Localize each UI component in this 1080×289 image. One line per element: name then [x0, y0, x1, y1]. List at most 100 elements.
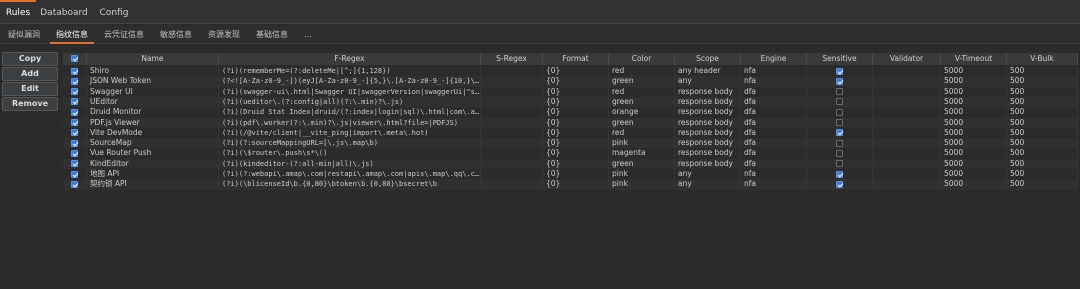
cell-sregex: [481, 76, 543, 87]
sensitive-checkbox[interactable]: [836, 119, 843, 126]
select-all-checkbox[interactable]: [71, 55, 78, 62]
col-f-regex[interactable]: F-Regex: [219, 53, 481, 65]
loaded-checkbox[interactable]: [71, 67, 78, 75]
subtab-basic-info[interactable]: 基础信息: [250, 25, 294, 44]
cell-format: {0}: [543, 169, 609, 179]
loaded-checkbox[interactable]: [71, 180, 78, 188]
table-row[interactable]: Vue Router Push (?i)(\$router\.push\s*\()…: [63, 148, 1078, 159]
cell-sensitive[interactable]: [807, 127, 873, 138]
header-select-all[interactable]: [63, 53, 87, 65]
sensitive-checkbox[interactable]: [836, 180, 843, 188]
cell-loaded[interactable]: [63, 148, 87, 159]
cell-loaded[interactable]: [63, 158, 87, 169]
tab-rules[interactable]: Rules: [0, 0, 36, 24]
sensitive-checkbox[interactable]: [836, 98, 843, 106]
cell-sregex: [481, 179, 543, 190]
sensitive-checkbox[interactable]: [836, 149, 843, 157]
sensitive-checkbox[interactable]: [836, 160, 843, 168]
cell-sensitive[interactable]: [807, 179, 873, 190]
table-row[interactable]: JSON Web Token (?<![A-Za-z0-9_-])(eyJ[A-Z…: [63, 76, 1078, 87]
cell-sensitive[interactable]: [807, 148, 873, 159]
cell-loaded[interactable]: [63, 179, 87, 190]
add-button[interactable]: Add: [2, 67, 58, 81]
cell-vtimeout: 5000: [941, 179, 1007, 190]
cell-sensitive[interactable]: [807, 76, 873, 87]
subtab-resource-discovery[interactable]: 资源发现: [202, 25, 246, 44]
col-format[interactable]: Format: [543, 53, 609, 65]
col-engine[interactable]: Engine: [741, 53, 807, 65]
edit-button[interactable]: Edit: [2, 82, 58, 96]
sensitive-checkbox[interactable]: [836, 170, 843, 178]
col-scope[interactable]: Scope: [675, 53, 741, 65]
sensitive-checkbox[interactable]: [836, 129, 843, 137]
tab-config[interactable]: Config: [92, 0, 136, 24]
sensitive-checkbox[interactable]: [836, 139, 843, 147]
table-row[interactable]: Swagger UI (?i)(swagger-ui\.html|Swagger …: [63, 86, 1078, 97]
loaded-checkbox[interactable]: [71, 149, 78, 157]
col-name[interactable]: Name: [87, 53, 219, 65]
loaded-checkbox[interactable]: [71, 77, 78, 85]
subtab-sensitive-info[interactable]: 敏感信息: [154, 25, 198, 44]
cell-name: Vite DevMode: [87, 127, 219, 138]
cell-sensitive[interactable]: [807, 169, 873, 179]
sensitive-checkbox[interactable]: [836, 77, 843, 85]
cell-vbulk: 500: [1007, 96, 1078, 107]
table-row[interactable]: UEditor (?i)(ueditor\.(?:config|all)(?:\.…: [63, 96, 1078, 108]
cell-loaded[interactable]: [63, 138, 87, 149]
sensitive-checkbox[interactable]: [836, 67, 843, 75]
loaded-checkbox[interactable]: [71, 139, 78, 147]
cell-validator: [873, 66, 941, 76]
cell-sensitive[interactable]: [807, 66, 873, 76]
subtab-fingerprint[interactable]: 指纹信息: [50, 25, 94, 44]
sensitive-checkbox[interactable]: [836, 88, 843, 96]
sensitive-checkbox[interactable]: [836, 108, 843, 116]
table-row[interactable]: 地图 API (?i)(?:webapi\.amap\.com|restapi\.…: [63, 169, 1078, 179]
remove-button[interactable]: Remove: [2, 97, 58, 111]
cell-loaded[interactable]: [63, 96, 87, 107]
cell-sensitive[interactable]: [807, 138, 873, 149]
subtab-suspected-vuln[interactable]: 疑似漏洞: [2, 25, 46, 44]
col-sensitive[interactable]: Sensitive: [807, 53, 873, 65]
cell-sensitive[interactable]: [807, 107, 873, 118]
cell-vbulk: 500: [1007, 158, 1078, 169]
cell-scope: any header: [675, 66, 741, 76]
loaded-checkbox[interactable]: [71, 170, 78, 178]
loaded-checkbox[interactable]: [71, 88, 78, 96]
cell-loaded[interactable]: [63, 86, 87, 97]
cell-validator: [873, 107, 941, 118]
col-v-timeout[interactable]: V-Timeout: [941, 53, 1007, 65]
table-row[interactable]: PDF.js Viewer (?i)(pdf\.worker(?:\.min)?\…: [63, 117, 1078, 128]
cell-sensitive[interactable]: [807, 117, 873, 128]
cell-color: green: [609, 117, 675, 128]
loaded-checkbox[interactable]: [71, 108, 78, 116]
col-validator[interactable]: Validator: [873, 53, 941, 65]
cell-sensitive[interactable]: [807, 86, 873, 97]
col-s-regex[interactable]: S-Regex: [481, 53, 543, 65]
cell-loaded[interactable]: [63, 117, 87, 128]
table-row[interactable]: Vite DevMode (?i)(/@vite/client|__vite_pi…: [63, 127, 1078, 138]
cell-sensitive[interactable]: [807, 158, 873, 169]
loaded-checkbox[interactable]: [71, 119, 78, 126]
table-row[interactable]: Shiro (?i)(rememberMe=(?:deleteMe|[^;]{1,…: [63, 66, 1078, 76]
loaded-checkbox[interactable]: [71, 98, 78, 106]
col-color[interactable]: Color: [609, 53, 675, 65]
cell-loaded[interactable]: [63, 66, 87, 76]
cell-format: {0}: [543, 117, 609, 128]
copy-button[interactable]: Copy: [2, 52, 58, 66]
cell-loaded[interactable]: [63, 76, 87, 87]
loaded-checkbox[interactable]: [71, 160, 78, 168]
loaded-checkbox[interactable]: [71, 129, 78, 137]
table-row[interactable]: KindEditor (?i)(kindeditor-(?:all-min|all…: [63, 158, 1078, 169]
cell-loaded[interactable]: [63, 169, 87, 179]
subtab-cloud-credentials[interactable]: 云凭证信息: [98, 25, 150, 44]
cell-loaded[interactable]: [63, 127, 87, 138]
cell-validator: [873, 179, 941, 190]
table-row[interactable]: Druid Monitor (?i)(Druid Stat Index|druid…: [63, 107, 1078, 118]
table-row[interactable]: 契约锁 API (?i)(\blicenseId\b.{0,80}\btoken\…: [63, 179, 1078, 190]
table-row[interactable]: SourceMap (?i)(?:sourceMappingURL=[\.js\.…: [63, 138, 1078, 149]
cell-sensitive[interactable]: [807, 96, 873, 107]
cell-loaded[interactable]: [63, 107, 87, 118]
col-v-bulk[interactable]: V-Bulk: [1007, 53, 1078, 65]
tab-databoard[interactable]: Databoard: [38, 0, 90, 24]
subtab-more[interactable]: ...: [298, 25, 318, 44]
